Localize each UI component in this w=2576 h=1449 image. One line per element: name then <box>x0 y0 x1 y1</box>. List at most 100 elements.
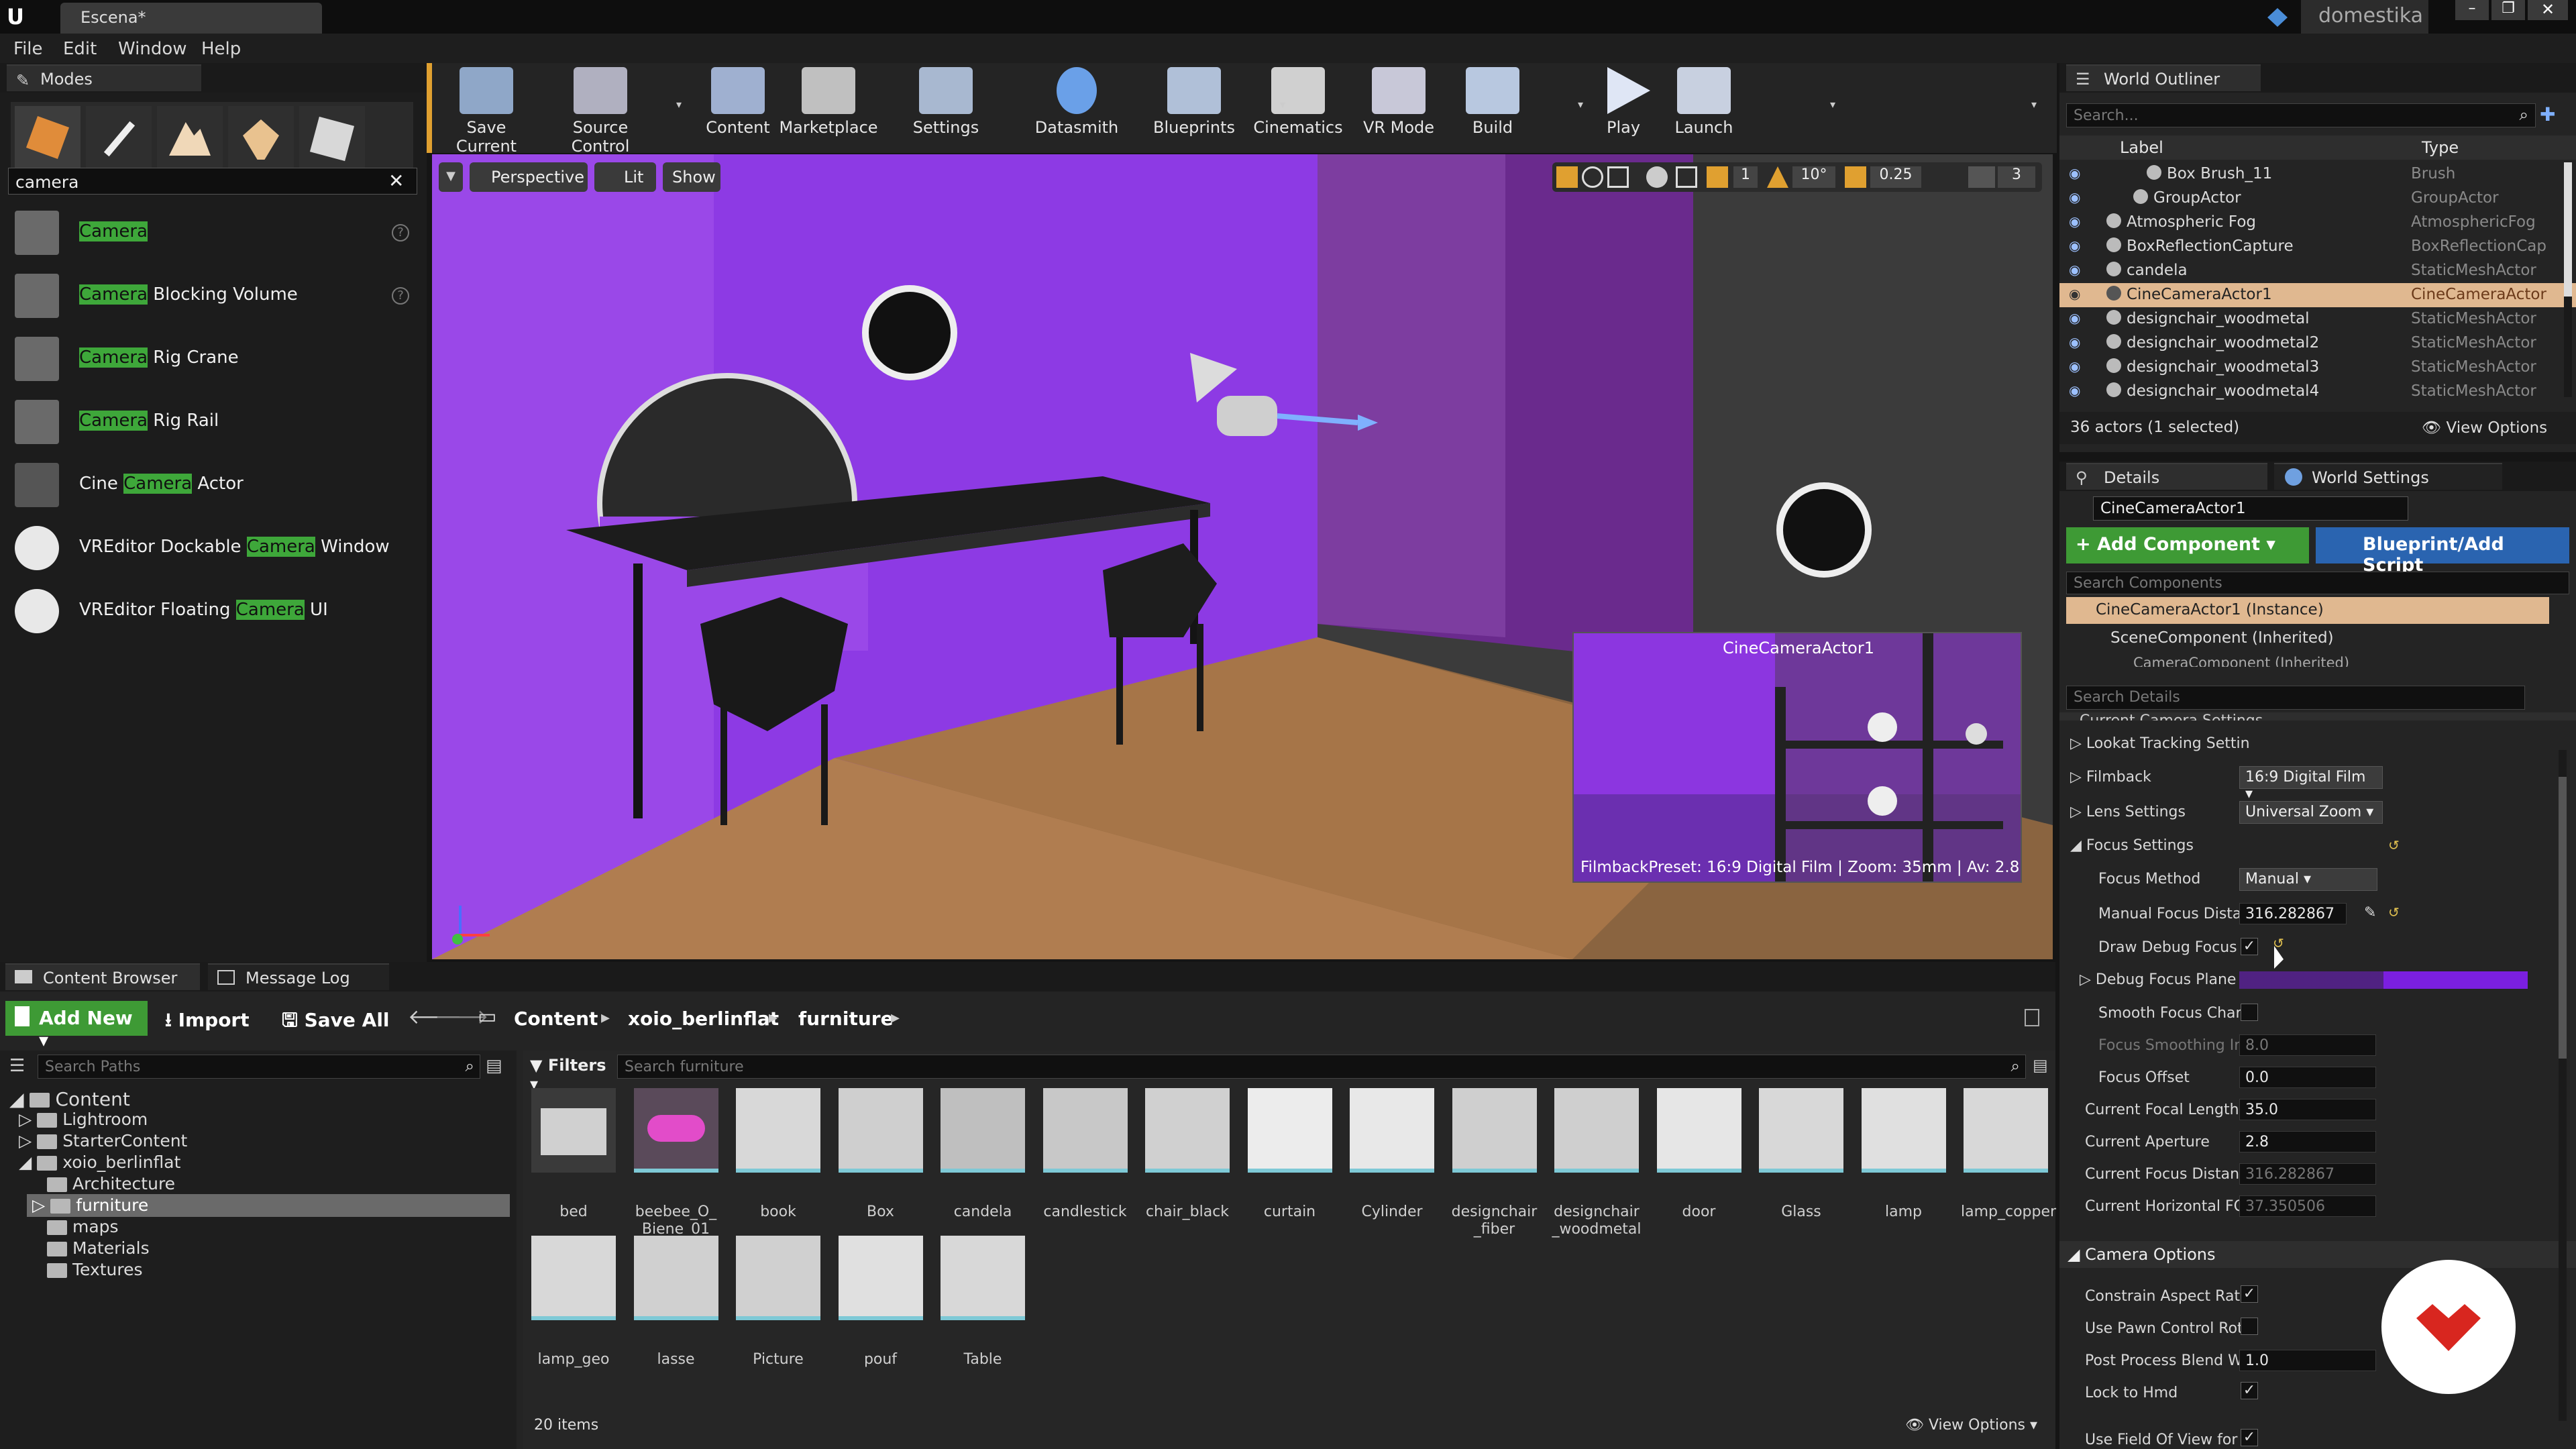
build-button[interactable]: Build <box>1456 63 1529 153</box>
marketplace-button[interactable]: Marketplace <box>778 63 879 153</box>
modes-search-input[interactable]: camera ✕ <box>8 168 417 195</box>
asset-tile[interactable]: door <box>1654 1088 1744 1229</box>
reset-focus-icon[interactable]: ↺ <box>2388 837 2400 853</box>
assets-view-options[interactable]: 👁 View Options ▾ <box>1905 1417 2037 1434</box>
asset-tile[interactable]: Picture <box>733 1236 823 1377</box>
pawn-control-checkbox[interactable] <box>2241 1318 2258 1335</box>
tree-item-startercontent[interactable]: ▷ StarterContent <box>19 1131 187 1150</box>
current-camera-settings-header[interactable]: Current Camera Settings <box>2059 712 2576 720</box>
outliner-row[interactable]: ◉ GroupActor GroupActor <box>2059 186 2576 211</box>
filmback-row-label[interactable]: ▷ Filmback <box>2070 769 2151 786</box>
outliner-row[interactable]: ◉ designchair_woodmetal3 StaticMeshActor <box>2059 356 2576 380</box>
geometry-mode-button[interactable] <box>299 106 365 172</box>
modes-tab[interactable]: ✎ Modes <box>7 64 201 91</box>
type-column-header[interactable]: Type <box>2422 138 2459 157</box>
mode-result-item[interactable]: VREditor Dockable Camera Window <box>8 517 417 580</box>
visibility-eye-icon[interactable]: ◉ <box>2069 165 2080 181</box>
world-settings-tab[interactable]: World Settings <box>2274 463 2502 490</box>
source-control-status-icon[interactable] <box>2267 8 2288 27</box>
outliner-row[interactable]: ◉ designchair_woodmetal StaticMeshActor <box>2059 307 2576 331</box>
search-paths-input[interactable]: Search Paths ⌕ <box>38 1055 480 1079</box>
paths-options-icon[interactable]: ▤ <box>486 1056 506 1076</box>
visibility-eye-icon[interactable]: ◉ <box>2069 358 2080 374</box>
breadcrumb-xoio[interactable]: xoio_berlinflat <box>628 1008 779 1030</box>
asset-tile[interactable]: Box <box>836 1088 926 1229</box>
menu-help[interactable]: Help <box>201 39 241 59</box>
outliner-row[interactable]: ◉ CineCameraActor1 CineCameraActor <box>2059 283 2576 307</box>
import-button[interactable]: ⭳ Import <box>165 1006 250 1038</box>
search-components-input[interactable]: Search Components <box>2066 572 2569 594</box>
message-log-tab[interactable]: Message Log <box>208 963 389 990</box>
lock-icon[interactable] <box>2025 1009 2039 1026</box>
tree-item-maps[interactable]: maps <box>47 1217 119 1236</box>
details-tab[interactable]: ⚲ Details <box>2066 463 2267 490</box>
visibility-eye-icon[interactable]: ◉ <box>2069 334 2080 350</box>
camera-component-row[interactable]: CameraComponent (Inherited) <box>2100 655 2549 667</box>
viewport-options-button[interactable]: ▼ <box>439 162 463 192</box>
outliner-row[interactable]: ◉ designchair_woodmetal4 StaticMeshActor <box>2059 380 2576 404</box>
datasmith-button[interactable]: Datasmith <box>1033 63 1120 153</box>
maximize-button[interactable]: ❐ <box>2491 0 2525 20</box>
outliner-row[interactable]: ◉ candela StaticMeshActor <box>2059 259 2576 283</box>
search-details-input[interactable]: Search Details <box>2066 686 2525 710</box>
outliner-row[interactable]: ◉ BoxReflectionCapture BoxReflectionCap <box>2059 235 2576 259</box>
visibility-eye-icon[interactable]: ◉ <box>2069 262 2080 278</box>
close-button[interactable]: ✕ <box>2528 0 2568 20</box>
tree-item-architecture[interactable]: Architecture <box>47 1174 175 1193</box>
mode-result-item[interactable]: Cine Camera Actor <box>8 453 417 517</box>
paint-mode-button[interactable] <box>86 106 152 172</box>
surface-snap-icon[interactable] <box>1676 166 1697 188</box>
asset-tile[interactable]: beebee_O_Biene_01 <box>631 1088 721 1238</box>
focus-smoothing-field[interactable]: 8.0 <box>2239 1034 2376 1056</box>
asset-tile[interactable]: lamp <box>1859 1088 1949 1229</box>
landscape-mode-button[interactable] <box>157 106 223 172</box>
menu-window[interactable]: Window <box>118 39 187 59</box>
outliner-view-options[interactable]: 👁 View Options <box>2422 419 2547 437</box>
lookat-row-label[interactable]: ▷ Lookat Tracking Settin <box>2070 735 2250 752</box>
world-outliner-tab[interactable]: ☰ World Outliner <box>2066 64 2261 91</box>
source-control-button[interactable]: Source Control <box>543 63 657 156</box>
scale-icon[interactable] <box>1607 166 1629 188</box>
toolbar-dropdown-arrow-icon[interactable]: ▾ <box>676 98 682 111</box>
menu-edit[interactable]: Edit <box>63 39 97 59</box>
asset-tile[interactable]: book <box>733 1088 823 1229</box>
scale-snap-icon[interactable] <box>1845 166 1866 188</box>
add-component-button[interactable]: + Add Component ▾ <box>2066 527 2309 564</box>
breadcrumb-content[interactable]: Content <box>514 1008 598 1030</box>
level-tab[interactable]: Escena* <box>60 3 322 34</box>
help-icon[interactable]: ? <box>392 287 409 305</box>
mode-result-item[interactable]: Camera Rig Crane <box>8 327 417 390</box>
content-browser-tab[interactable]: Content Browser <box>5 963 200 990</box>
unreal-logo-icon[interactable]: U <box>7 4 30 30</box>
label-column-header[interactable]: Label <box>2120 138 2163 157</box>
toolbar-dropdown-arrow-icon[interactable]: ▾ <box>1578 98 1583 111</box>
save-current-button[interactable]: Save Current <box>436 63 537 156</box>
menu-file[interactable]: File <box>13 39 43 59</box>
asset-tile[interactable]: designchair_fiber <box>1450 1088 1540 1238</box>
rotation-snap-value[interactable]: 10° <box>1792 166 1835 188</box>
camera-speed-icon[interactable] <box>1968 166 1995 188</box>
cinematics-button[interactable]: Cinematics <box>1248 63 1348 153</box>
asset-tile[interactable]: chair_black <box>1142 1088 1232 1229</box>
tree-item-lightroom[interactable]: ▷ Lightroom <box>19 1110 148 1129</box>
scale-snap-value[interactable]: 0.25 <box>1870 166 1921 188</box>
outliner-row[interactable]: ◉ Box Brush_11 Brush <box>2059 162 2576 186</box>
asset-tile[interactable]: Table <box>938 1236 1028 1377</box>
world-local-icon[interactable] <box>1646 166 1668 188</box>
details-scrollbar[interactable] <box>2559 750 2567 1421</box>
camera-options-header[interactable]: ◢ Camera Options <box>2059 1241 2576 1268</box>
asset-tile[interactable]: designchair_woodmetal <box>1552 1088 1642 1238</box>
lens-row-label[interactable]: ▷ Lens Settings <box>2070 804 2186 820</box>
debug-plane-row-label[interactable]: ▷ Debug Focus Plane <box>2080 971 2236 988</box>
asset-tile[interactable]: lasse <box>631 1236 721 1377</box>
draw-debug-checkbox[interactable]: ✓ <box>2241 938 2258 955</box>
translate-icon[interactable] <box>1556 166 1578 188</box>
mode-result-item[interactable]: Camera Rig Rail <box>8 390 417 453</box>
search-assets-input[interactable]: Search furniture ⌕ <box>617 1055 2026 1079</box>
visibility-eye-icon[interactable]: ◉ <box>2069 213 2080 229</box>
debug-plane-color-swatch[interactable] <box>2239 971 2528 989</box>
visibility-eye-icon[interactable]: ◉ <box>2069 310 2080 326</box>
component-instance-row[interactable]: CineCameraActor1 (Instance) <box>2066 597 2549 624</box>
asset-tile[interactable]: curtain <box>1245 1088 1335 1229</box>
asset-tile[interactable]: lamp_copper <box>1961 1088 2056 1229</box>
